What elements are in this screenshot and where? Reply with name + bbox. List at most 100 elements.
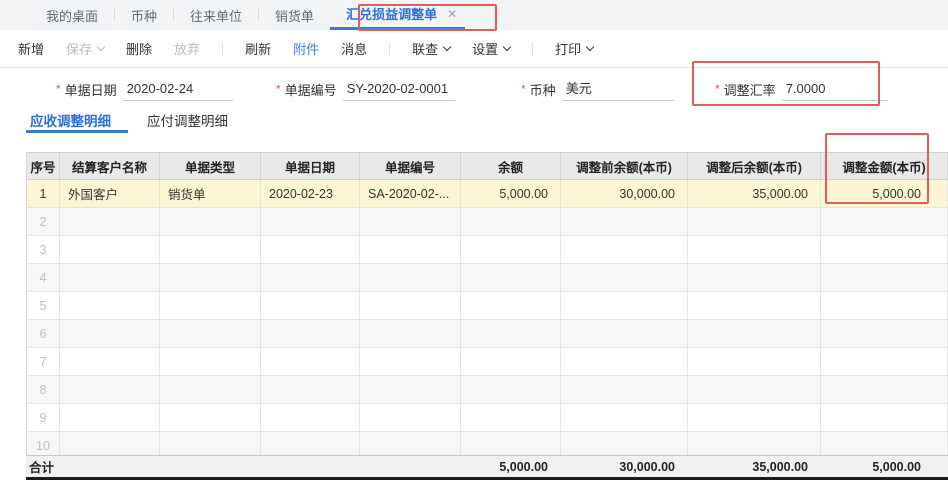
table-cell[interactable] <box>160 208 261 235</box>
table-cell[interactable] <box>261 208 360 235</box>
cell-balance[interactable]: 5,000.00 <box>461 180 561 207</box>
table-cell[interactable] <box>60 208 160 235</box>
table-cell[interactable] <box>821 404 948 431</box>
table-cell[interactable] <box>561 432 688 455</box>
abandon-button[interactable]: 放弃 <box>174 39 200 58</box>
tab-currency[interactable]: 币种 <box>115 0 173 30</box>
save-button[interactable]: 保存 <box>66 39 106 58</box>
table-cell[interactable] <box>261 292 360 319</box>
table-cell[interactable] <box>461 404 561 431</box>
table-cell[interactable] <box>688 292 821 319</box>
table-cell[interactable] <box>461 292 561 319</box>
doc-date-input[interactable]: 2020-02-24 <box>122 77 233 101</box>
table-cell[interactable] <box>60 432 160 455</box>
table-cell[interactable] <box>688 404 821 431</box>
attachment-button[interactable]: 附件 <box>293 39 319 58</box>
message-button[interactable]: 消息 <box>341 39 367 58</box>
new-button[interactable]: 新增 <box>18 39 44 58</box>
table-cell[interactable] <box>561 264 688 291</box>
table-cell[interactable] <box>688 348 821 375</box>
table-cell[interactable] <box>160 264 261 291</box>
doc-number-input[interactable]: SY-2020-02-0001 <box>342 77 455 101</box>
tab-partners[interactable]: 往来单位 <box>174 0 258 30</box>
row-number[interactable]: 10 <box>27 432 60 455</box>
table-cell[interactable] <box>261 432 360 455</box>
table-cell[interactable] <box>360 236 461 263</box>
table-cell[interactable] <box>360 376 461 403</box>
table-cell[interactable] <box>561 236 688 263</box>
tab-payable-detail[interactable]: 应付调整明细 <box>147 110 228 130</box>
table-cell[interactable] <box>160 236 261 263</box>
table-cell[interactable] <box>461 320 561 347</box>
table-cell[interactable] <box>688 208 821 235</box>
table-cell[interactable] <box>360 348 461 375</box>
table-cell[interactable] <box>261 376 360 403</box>
table-cell[interactable] <box>60 348 160 375</box>
row-number[interactable]: 5 <box>27 292 60 319</box>
table-cell[interactable] <box>821 432 948 455</box>
table-cell[interactable] <box>60 376 160 403</box>
cell-adjust-local[interactable]: 5,000.00 <box>821 180 948 207</box>
link-query-button[interactable]: 联查 <box>412 39 452 58</box>
table-cell[interactable] <box>561 320 688 347</box>
table-cell[interactable] <box>160 292 261 319</box>
tab-exchange-adjustment[interactable]: 汇兑损益调整单 ✕ <box>330 0 466 30</box>
cell-doc-type[interactable]: 销货单 <box>160 180 261 207</box>
table-cell[interactable] <box>821 264 948 291</box>
table-cell[interactable] <box>360 292 461 319</box>
table-cell[interactable] <box>261 404 360 431</box>
table-cell[interactable] <box>360 404 461 431</box>
cell-customer[interactable]: 外国客户 <box>60 180 160 207</box>
table-cell[interactable] <box>461 432 561 455</box>
table-cell[interactable] <box>461 348 561 375</box>
table-cell[interactable] <box>261 348 360 375</box>
row-number[interactable]: 3 <box>27 236 60 263</box>
table-cell[interactable] <box>360 208 461 235</box>
table-cell[interactable] <box>360 432 461 455</box>
table-cell[interactable] <box>821 376 948 403</box>
table-cell[interactable] <box>60 236 160 263</box>
table-cell[interactable] <box>160 320 261 347</box>
table-cell[interactable] <box>461 264 561 291</box>
table-cell[interactable] <box>688 264 821 291</box>
table-cell[interactable] <box>60 320 160 347</box>
table-cell[interactable] <box>160 432 261 455</box>
table-cell[interactable] <box>688 432 821 455</box>
row-number[interactable]: 7 <box>27 348 60 375</box>
table-cell[interactable] <box>461 236 561 263</box>
table-cell[interactable] <box>60 292 160 319</box>
row-number[interactable]: 4 <box>27 264 60 291</box>
cell-before-local[interactable]: 30,000.00 <box>561 180 688 207</box>
table-cell[interactable] <box>688 320 821 347</box>
table-cell[interactable] <box>561 208 688 235</box>
table-cell[interactable] <box>561 376 688 403</box>
table-cell[interactable] <box>461 208 561 235</box>
refresh-button[interactable]: 刷新 <box>245 39 271 58</box>
table-cell[interactable] <box>821 292 948 319</box>
table-cell[interactable] <box>688 236 821 263</box>
table-cell[interactable] <box>160 348 261 375</box>
table-cell[interactable] <box>160 404 261 431</box>
currency-input[interactable]: 美元 <box>561 77 674 101</box>
table-cell[interactable] <box>461 376 561 403</box>
table-cell[interactable] <box>60 264 160 291</box>
table-cell[interactable] <box>60 404 160 431</box>
table-cell[interactable] <box>360 264 461 291</box>
cell-doc-no[interactable]: SA-2020-02-... <box>360 180 461 207</box>
adjust-rate-input[interactable]: 7.0000 <box>781 77 888 101</box>
table-cell[interactable] <box>821 236 948 263</box>
row-number[interactable]: 2 <box>27 208 60 235</box>
table-cell[interactable] <box>821 208 948 235</box>
table-cell[interactable] <box>160 376 261 403</box>
table-cell[interactable] <box>261 236 360 263</box>
table-cell[interactable] <box>360 320 461 347</box>
table-cell[interactable] <box>561 348 688 375</box>
close-icon[interactable]: ✕ <box>447 7 457 21</box>
table-cell[interactable] <box>561 404 688 431</box>
table-cell[interactable] <box>821 320 948 347</box>
tab-my-desktop[interactable]: 我的桌面 <box>30 0 114 30</box>
row-number[interactable]: 9 <box>27 404 60 431</box>
table-cell[interactable] <box>261 264 360 291</box>
row-number[interactable]: 6 <box>27 320 60 347</box>
table-cell[interactable] <box>688 376 821 403</box>
